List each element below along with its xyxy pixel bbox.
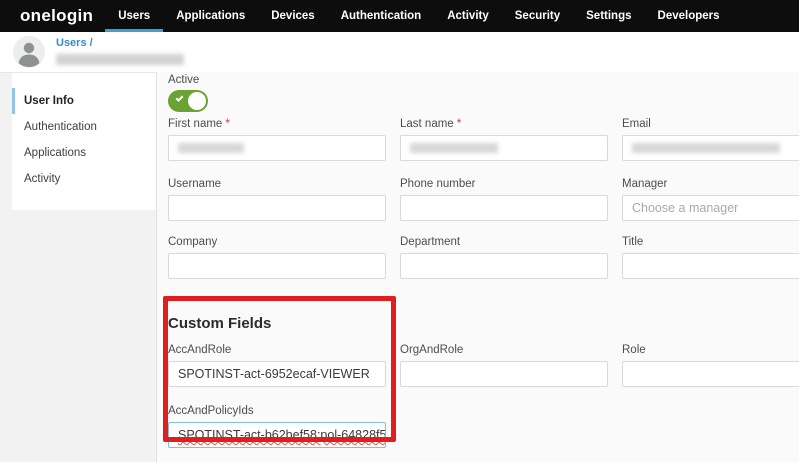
- sidebar-nav: User Info Authentication Applications Ac…: [12, 73, 156, 210]
- company-input[interactable]: [168, 253, 386, 279]
- check-icon: [176, 94, 184, 102]
- onelogin-logo: onelogin: [20, 0, 93, 32]
- active-toggle[interactable]: [168, 90, 208, 112]
- page-header: Users /: [0, 32, 799, 72]
- org-and-role-label: OrgAndRole: [400, 344, 463, 356]
- breadcrumb: Users /: [56, 37, 184, 67]
- field-phone-number: Phone number: [400, 178, 608, 221]
- redacted-value: [178, 143, 244, 153]
- title-label: Title: [622, 236, 643, 248]
- sidebar-item-applications[interactable]: Applications: [12, 140, 156, 166]
- field-acc-and-policy-ids: AccAndPolicyIds SPOTINST-act-b62bef58:po…: [168, 405, 386, 448]
- required-marker: *: [225, 118, 229, 130]
- sidebar: User Info Authentication Applications Ac…: [0, 72, 157, 462]
- last-name-label: Last name: [400, 118, 454, 130]
- nav-tab-authentication[interactable]: Authentication: [328, 0, 435, 32]
- nav-tab-users[interactable]: Users: [105, 0, 163, 32]
- field-department: Department: [400, 236, 608, 279]
- field-first-name: First name*: [168, 118, 386, 161]
- user-avatar-icon: [12, 35, 46, 69]
- field-company: Company: [168, 236, 386, 279]
- department-input[interactable]: [400, 253, 608, 279]
- acc-and-policy-ids-input[interactable]: SPOTINST-act-b62bef58:pol-64828f58: [168, 422, 386, 448]
- field-acc-and-role: AccAndRole SPOTINST-act-6952ecaf-VIEWER: [168, 344, 386, 387]
- username-label: Username: [168, 178, 221, 190]
- manager-placeholder: Choose a manager: [632, 201, 738, 215]
- last-name-input[interactable]: [400, 135, 608, 161]
- phone-number-input[interactable]: [400, 195, 608, 221]
- acc-and-role-input[interactable]: SPOTINST-act-6952ecaf-VIEWER: [168, 361, 386, 387]
- company-label: Company: [168, 236, 217, 248]
- nav-tab-settings[interactable]: Settings: [573, 0, 644, 32]
- field-role: Role: [622, 344, 799, 387]
- sidebar-item-user-info[interactable]: User Info: [12, 88, 156, 114]
- manager-select[interactable]: Choose a manager: [622, 195, 799, 221]
- sidebar-item-authentication[interactable]: Authentication: [12, 114, 156, 140]
- sidebar-item-activity[interactable]: Activity: [12, 166, 156, 192]
- redacted-value: [632, 143, 780, 153]
- nav-tab-activity[interactable]: Activity: [434, 0, 502, 32]
- email-input[interactable]: [622, 135, 799, 161]
- acc-and-policy-ids-label: AccAndPolicyIds: [168, 405, 254, 417]
- user-info-form: Active First name* Last name* Email User…: [157, 72, 799, 462]
- role-label: Role: [622, 344, 646, 356]
- nav-tab-devices[interactable]: Devices: [258, 0, 327, 32]
- redacted-value: [410, 143, 498, 153]
- nav-tab-security[interactable]: Security: [502, 0, 573, 32]
- nav-tab-applications[interactable]: Applications: [163, 0, 258, 32]
- breadcrumb-users-link[interactable]: Users /: [56, 37, 184, 49]
- top-nav-bar: onelogin Users Applications Devices Auth…: [0, 0, 799, 32]
- field-manager: Manager Choose a manager: [622, 178, 799, 221]
- org-and-role-input[interactable]: [400, 361, 608, 387]
- department-label: Department: [400, 236, 460, 248]
- active-toggle-label: Active: [168, 74, 799, 86]
- role-input[interactable]: [622, 361, 799, 387]
- field-email: Email: [622, 118, 799, 161]
- first-name-label: First name: [168, 118, 222, 130]
- username-input[interactable]: [168, 195, 386, 221]
- title-input[interactable]: [622, 253, 799, 279]
- redacted-username: [56, 54, 184, 65]
- field-last-name: Last name*: [400, 118, 608, 161]
- nav-tab-developers[interactable]: Developers: [645, 0, 733, 32]
- acc-and-role-label: AccAndRole: [168, 344, 231, 356]
- manager-label: Manager: [622, 178, 667, 190]
- phone-number-label: Phone number: [400, 178, 475, 190]
- required-marker: *: [457, 118, 461, 130]
- custom-fields-heading: Custom Fields: [168, 315, 799, 332]
- first-name-input[interactable]: [168, 135, 386, 161]
- field-title: Title: [622, 236, 799, 279]
- email-label: Email: [622, 118, 651, 130]
- field-username: Username: [168, 178, 386, 221]
- field-org-and-role: OrgAndRole: [400, 344, 608, 387]
- toggle-knob: [188, 92, 206, 110]
